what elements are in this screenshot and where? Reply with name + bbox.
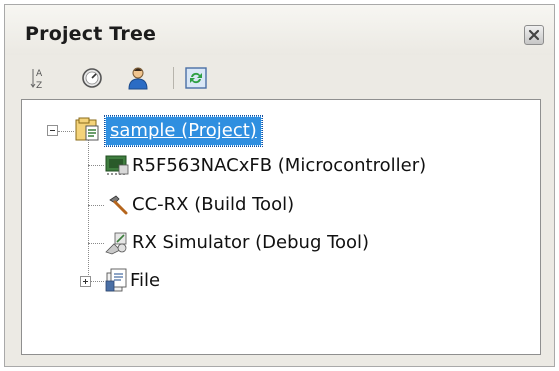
timer-icon[interactable] [79,65,105,91]
tree-connector [88,136,89,281]
toolbar: A Z [5,57,554,97]
svg-text:Z: Z [36,81,42,91]
tree-item-label: CC-RX (Build Tool) [132,194,295,215]
close-icon[interactable] [524,25,544,45]
tree-item-file[interactable]: File [72,265,372,297]
build-tool-icon [106,193,130,221]
panel-title: Project Tree [25,23,157,45]
svg-text:A: A [36,69,43,79]
toolbar-separator [173,67,174,89]
refresh-icon[interactable] [183,65,209,91]
tree-connector [88,205,104,206]
project-tree-panel: Project Tree A Z sample (Project) R5F563… [4,4,555,367]
sort-icon[interactable]: A Z [27,65,53,91]
tree-connector [88,243,104,244]
tree-item-project-label[interactable]: sample (Project) [104,115,263,147]
tree-item-debug-tool[interactable]: RX Simulator (Debug Tool) [104,227,524,259]
collapse-icon[interactable] [47,125,58,136]
expand-icon[interactable] [80,276,91,287]
file-folder-icon [104,267,128,297]
project-icon [74,116,102,146]
tree-item-microcontroller[interactable]: R5F563NACxFB (Microcontroller) [104,150,524,182]
debug-tool-icon [104,230,130,260]
tree-item-label: R5F563NACxFB (Microcontroller) [132,155,427,176]
user-icon[interactable] [125,65,151,91]
tree-item-label: RX Simulator (Debug Tool) [132,232,370,253]
project-tree: sample (Project) R5F563NACxFB (Microcont… [21,99,541,355]
microcontroller-icon [104,153,130,181]
tree-connector [88,165,104,166]
tree-item-project[interactable]: sample (Project) [22,114,342,147]
tree-item-label: File [130,270,161,291]
panel-titlebar: Project Tree [5,5,554,55]
tree-item-build-tool[interactable]: CC-RX (Build Tool) [104,189,524,221]
